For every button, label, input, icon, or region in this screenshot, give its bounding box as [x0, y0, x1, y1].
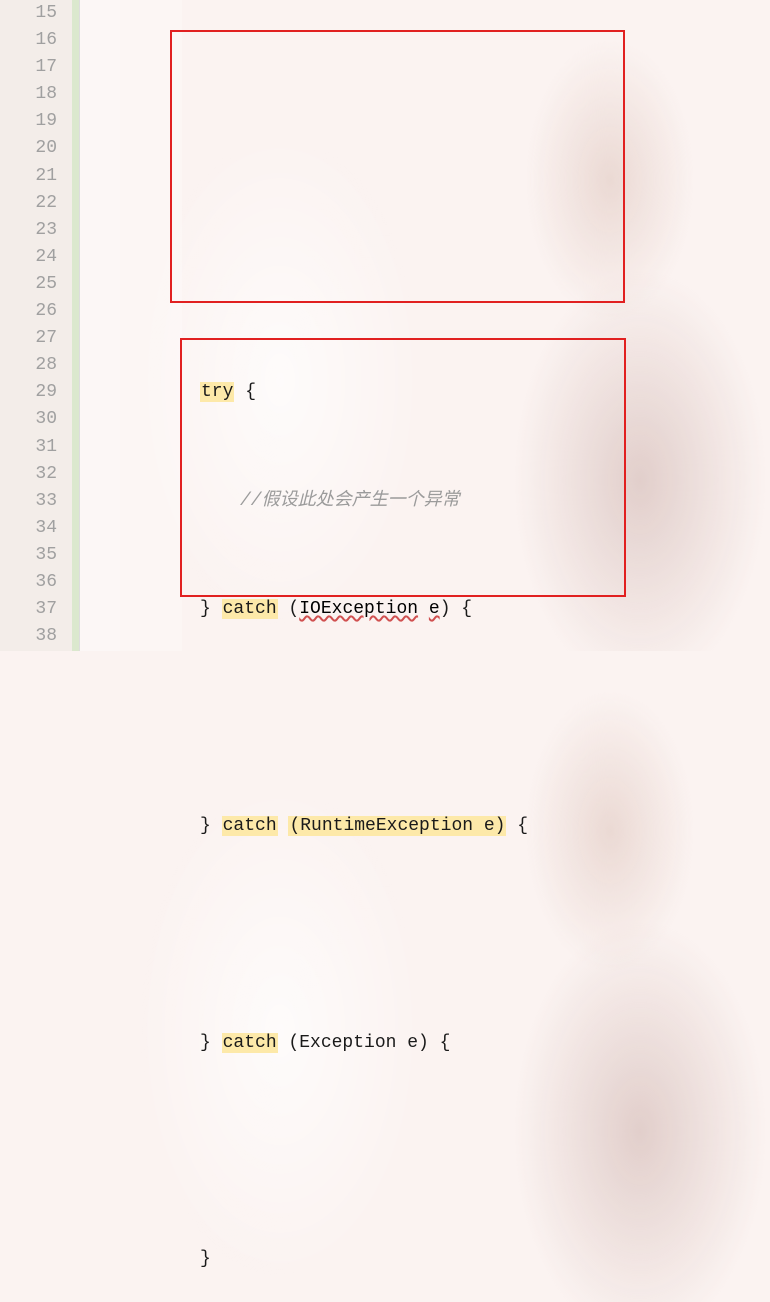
- code-line[interactable]: [80, 704, 770, 731]
- line-number: 17: [0, 54, 57, 81]
- line-number: 18: [0, 81, 57, 108]
- type-ioexception: IOException: [299, 599, 418, 619]
- comment: //假设此处会产生一个异常: [240, 491, 460, 511]
- gutter-change-bar: [72, 0, 79, 651]
- line-number: 26: [0, 298, 57, 325]
- code-line[interactable]: }: [80, 1246, 770, 1273]
- brace-close: }: [200, 599, 222, 619]
- brace-open: {: [234, 382, 256, 402]
- line-number: 36: [0, 569, 57, 596]
- line-number: 35: [0, 542, 57, 569]
- line-number: 16: [0, 27, 57, 54]
- line-number: 24: [0, 244, 57, 271]
- line-number: 32: [0, 461, 57, 488]
- var-e: e: [429, 599, 440, 619]
- keyword-try: try: [200, 382, 234, 402]
- line-number: 15: [0, 0, 57, 27]
- line-number-gutter: 15 16 17 18 19 20 21 22 23 24 25 26 27 2…: [0, 0, 80, 651]
- line-number: 20: [0, 135, 57, 162]
- code-line[interactable]: } catch (Exception e) {: [80, 1030, 770, 1057]
- code-line[interactable]: [80, 190, 770, 217]
- line-number: 29: [0, 379, 57, 406]
- line-number: 21: [0, 163, 57, 190]
- editor-viewport[interactable]: try { //假设此处会产生一个异常 } catch (IOException…: [80, 0, 770, 651]
- line-number: 37: [0, 596, 57, 623]
- highlight-box-2: [180, 338, 626, 597]
- line-number: 28: [0, 352, 57, 379]
- keyword-catch: catch: [222, 1033, 278, 1053]
- highlight-box-1: [170, 30, 625, 303]
- catch-args: (RuntimeException e): [288, 816, 506, 836]
- line-number: 19: [0, 108, 57, 135]
- code-editor[interactable]: 15 16 17 18 19 20 21 22 23 24 25 26 27 2…: [0, 0, 770, 651]
- line-number: 27: [0, 325, 57, 352]
- line-number: 34: [0, 515, 57, 542]
- line-number: 38: [0, 623, 57, 650]
- line-number: 30: [0, 406, 57, 433]
- keyword-catch: catch: [222, 816, 278, 836]
- line-number: 31: [0, 434, 57, 461]
- keyword-catch: catch: [222, 599, 278, 619]
- brace-close: }: [200, 1249, 211, 1269]
- code-area[interactable]: try { //假设此处会产生一个异常 } catch (IOException…: [80, 0, 770, 1302]
- line-number: 23: [0, 217, 57, 244]
- code-line[interactable]: [80, 1138, 770, 1165]
- code-line[interactable]: } catch (IOException e) {: [80, 596, 770, 623]
- line-number: 22: [0, 190, 57, 217]
- code-line[interactable]: } catch (RuntimeException e) {: [80, 813, 770, 840]
- code-line[interactable]: [80, 921, 770, 948]
- line-number: 33: [0, 488, 57, 515]
- code-line[interactable]: //假设此处会产生一个异常: [80, 488, 770, 515]
- code-line[interactable]: try {: [80, 379, 770, 406]
- code-line[interactable]: [80, 271, 770, 298]
- line-number: 25: [0, 271, 57, 298]
